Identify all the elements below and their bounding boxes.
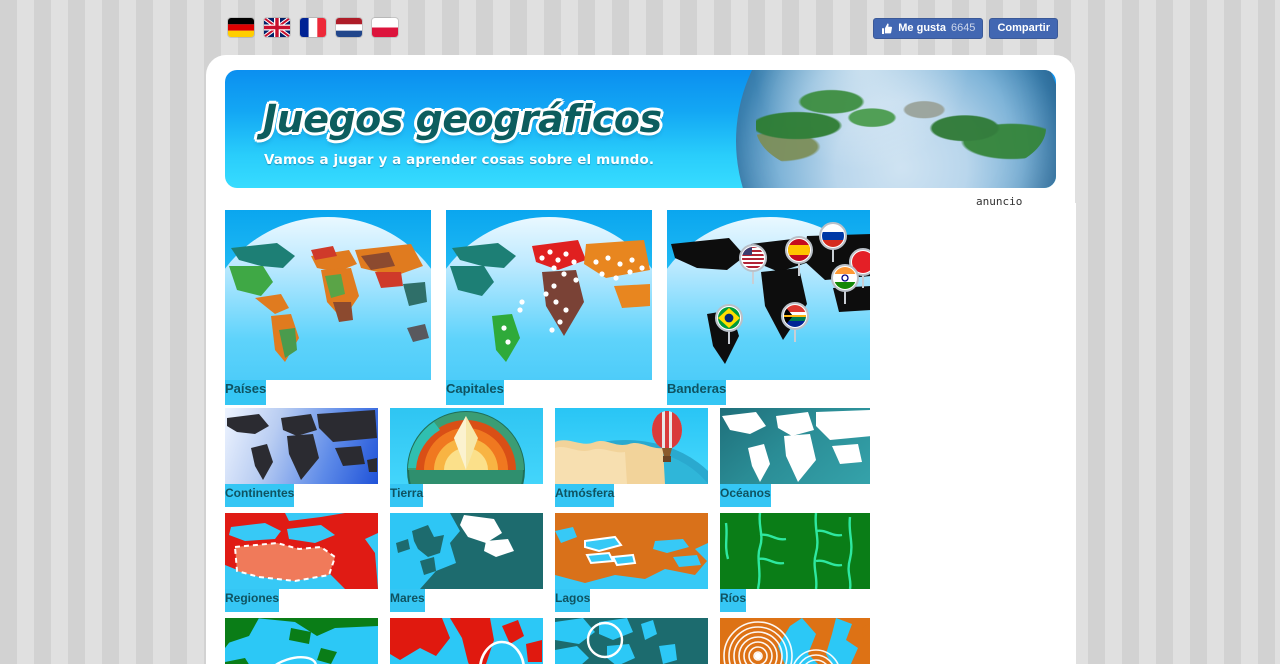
page-card: Juegos geográficos Vamos a jugar y a apr… [206, 55, 1076, 664]
tile-label: Atmósfera [555, 480, 615, 507]
language-flag-bar [228, 18, 398, 37]
tile-label: Tierra [390, 480, 424, 507]
facebook-like-label: Me gusta [898, 22, 946, 34]
tile-thumbnail-continents [225, 408, 378, 484]
tile-thumbnail-countries [225, 210, 431, 380]
tile-thumbnail-straits [555, 618, 708, 664]
tile-paises[interactable]: Países [225, 210, 431, 405]
tile-capitales[interactable]: Capitales [446, 210, 652, 405]
tile-rios[interactable]: Ríos [720, 513, 873, 612]
banner-text: Juegos geográficos Vamos a jugar y a apr… [263, 100, 662, 168]
tile-thumbnail-seas [390, 513, 543, 589]
advertisement-label: anuncio [976, 195, 1023, 208]
tile-label: Regiones [225, 585, 280, 612]
tile-row4-peninsulas[interactable] [390, 618, 543, 664]
page-title: Juegos geográficos [263, 97, 662, 141]
thumbs-up-icon [881, 23, 893, 35]
tile-regiones[interactable]: Regiones [225, 513, 378, 612]
facebook-like-button[interactable]: Me gusta 6645 [873, 18, 984, 39]
tile-thumbnail-rivers [720, 513, 873, 589]
site-banner: Juegos geográficos Vamos a jugar y a apr… [225, 70, 1056, 188]
tile-thumbnail-flags [667, 210, 873, 380]
social-buttons: Me gusta 6645 Compartir [873, 18, 1058, 39]
flag-de-icon[interactable] [228, 18, 254, 37]
tile-mares[interactable]: Mares [390, 513, 543, 612]
flag-nl-icon[interactable] [336, 18, 362, 37]
tile-row4-straits[interactable] [555, 618, 708, 664]
facebook-share-label: Compartir [997, 22, 1050, 34]
facebook-share-button[interactable]: Compartir [989, 18, 1058, 39]
tile-thumbnail-capitals [446, 210, 652, 380]
tile-atmosfera[interactable]: Atmósfera [555, 408, 708, 507]
tile-tierra[interactable]: Tierra [390, 408, 543, 507]
flag-pl-icon[interactable] [372, 18, 398, 37]
tile-oceanos[interactable]: Océanos [720, 408, 873, 507]
tile-thumbnail-peninsulas [390, 618, 543, 664]
tile-thumbnail-islands [225, 618, 378, 664]
tile-thumbnail-atmosphere [555, 408, 708, 484]
tile-banderas[interactable]: Banderas [667, 210, 873, 405]
tile-label: Océanos [720, 480, 771, 507]
tile-label: Mares [390, 585, 425, 612]
tile-row4-volcanoes[interactable] [720, 618, 873, 664]
tile-thumbnail-regions [225, 513, 378, 589]
facebook-like-count: 6645 [950, 22, 976, 34]
flag-gb-icon[interactable] [264, 18, 290, 37]
advertisement-column [870, 203, 1076, 664]
tile-thumbnail-volcanoes [720, 618, 873, 664]
tile-label: Continentes [225, 480, 295, 507]
page-subtitle: Vamos a jugar y a aprender cosas sobre e… [264, 152, 655, 168]
flag-fr-icon[interactable] [300, 18, 326, 37]
tile-label: Ríos [720, 585, 747, 612]
tile-thumbnail-oceans [720, 408, 873, 484]
tile-thumbnail-earth [390, 408, 543, 484]
tile-lagos[interactable]: Lagos [555, 513, 708, 612]
tile-continentes[interactable]: Continentes [225, 408, 378, 507]
tile-thumbnail-lakes [555, 513, 708, 589]
top-bar: Me gusta 6645 Compartir [0, 0, 1280, 55]
tile-row4-islands[interactable] [225, 618, 378, 664]
tile-label: Lagos [555, 585, 591, 612]
earth-globe-image [736, 70, 1056, 188]
